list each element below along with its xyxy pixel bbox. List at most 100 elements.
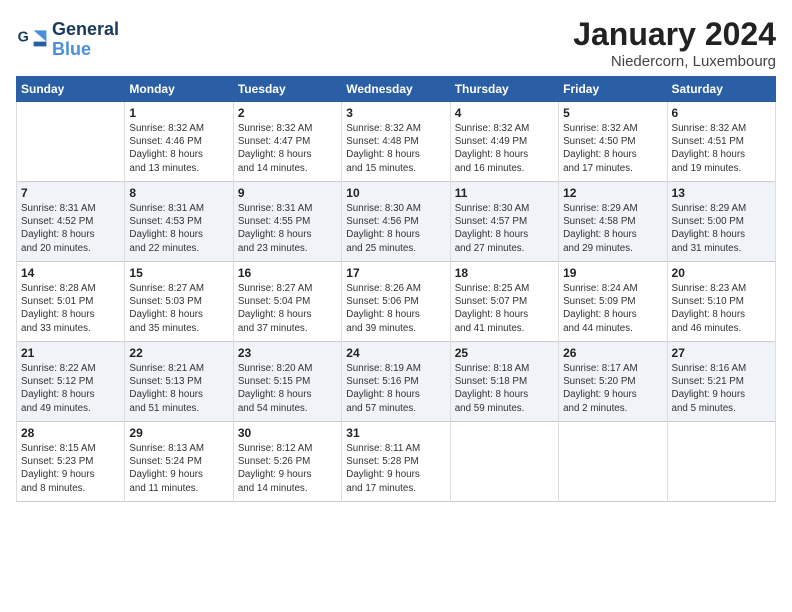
day-content: Sunrise: 8:32 AM Sunset: 4:51 PM Dayligh… [672,122,771,175]
weekday-header: Friday [559,77,667,102]
calendar-week-row: 14 Sunrise: 8:28 AM Sunset: 5:01 PM Dayli… [17,262,776,342]
calendar-week-row: 7 Sunrise: 8:31 AM Sunset: 4:52 PM Daylig… [17,182,776,262]
day-content: Sunrise: 8:32 AM Sunset: 4:49 PM Dayligh… [455,122,554,175]
calendar-cell: 27 Sunrise: 8:16 AM Sunset: 5:21 PM Dayli… [667,342,775,422]
day-number: 2 [238,106,337,120]
day-number: 17 [346,266,445,280]
day-number: 23 [238,346,337,360]
day-number: 29 [129,426,228,440]
day-number: 18 [455,266,554,280]
header: G General Blue January 2024 Niedercorn, … [16,16,776,70]
calendar-week-row: 28Sunrise: 8:15 AM Sunset: 5:23 PM Dayli… [17,422,776,502]
day-content: Sunrise: 8:18 AM Sunset: 5:18 PM Dayligh… [455,362,554,415]
calendar-cell: 9Sunrise: 8:31 AM Sunset: 4:55 PM Daylig… [233,182,341,262]
day-content: Sunrise: 8:31 AM Sunset: 4:55 PM Dayligh… [238,202,337,255]
calendar-week-row: 21 Sunrise: 8:22 AM Sunset: 5:12 PM Dayli… [17,342,776,422]
calendar-cell: 8Sunrise: 8:31 AM Sunset: 4:53 PM Daylig… [125,182,233,262]
title-block: January 2024 Niedercorn, Luxembourg [573,16,776,70]
header-row: SundayMondayTuesdayWednesdayThursdayFrid… [17,77,776,102]
calendar-cell: 14 Sunrise: 8:28 AM Sunset: 5:01 PM Dayli… [17,262,125,342]
calendar-cell: 28Sunrise: 8:15 AM Sunset: 5:23 PM Dayli… [17,422,125,502]
day-content: Sunrise: 8:20 AM Sunset: 5:15 PM Dayligh… [238,362,337,415]
logo-text: General Blue [52,20,119,60]
day-number: 5 [563,106,662,120]
day-content: Sunrise: 8:29 AM Sunset: 4:58 PM Dayligh… [563,202,662,255]
day-content: Sunrise: 8:15 AM Sunset: 5:23 PM Dayligh… [21,442,120,495]
day-content: Sunrise: 8:31 AM Sunset: 4:52 PM Dayligh… [21,202,120,255]
day-content: Sunrise: 8:19 AM Sunset: 5:16 PM Dayligh… [346,362,445,415]
day-content: Sunrise: 8:30 AM Sunset: 4:56 PM Dayligh… [346,202,445,255]
weekday-header: Tuesday [233,77,341,102]
day-number: 8 [129,186,228,200]
day-content: Sunrise: 8:17 AM Sunset: 5:20 PM Dayligh… [563,362,662,415]
day-content: Sunrise: 8:28 AM Sunset: 5:01 PM Dayligh… [21,282,120,335]
calendar-cell: 2 Sunrise: 8:32 AM Sunset: 4:47 PM Daylig… [233,102,341,182]
day-number: 14 [21,266,120,280]
day-content: Sunrise: 8:13 AM Sunset: 5:24 PM Dayligh… [129,442,228,495]
day-number: 15 [129,266,228,280]
svg-text:G: G [18,29,29,45]
day-number: 27 [672,346,771,360]
calendar-cell: 20 Sunrise: 8:23 AM Sunset: 5:10 PM Dayli… [667,262,775,342]
day-content: Sunrise: 8:27 AM Sunset: 5:03 PM Dayligh… [129,282,228,335]
calendar-cell: 16 Sunrise: 8:27 AM Sunset: 5:04 PM Dayli… [233,262,341,342]
calendar-cell [559,422,667,502]
day-number: 31 [346,426,445,440]
day-content: Sunrise: 8:29 AM Sunset: 5:00 PM Dayligh… [672,202,771,255]
calendar-cell: 10 Sunrise: 8:30 AM Sunset: 4:56 PM Dayli… [342,182,450,262]
day-content: Sunrise: 8:26 AM Sunset: 5:06 PM Dayligh… [346,282,445,335]
day-number: 13 [672,186,771,200]
day-content: Sunrise: 8:23 AM Sunset: 5:10 PM Dayligh… [672,282,771,335]
day-number: 20 [672,266,771,280]
day-content: Sunrise: 8:21 AM Sunset: 5:13 PM Dayligh… [129,362,228,415]
page-container: G General Blue January 2024 Niedercorn, … [0,0,792,512]
calendar-cell: 17 Sunrise: 8:26 AM Sunset: 5:06 PM Dayli… [342,262,450,342]
day-number: 1 [129,106,228,120]
calendar-cell: 6 Sunrise: 8:32 AM Sunset: 4:51 PM Daylig… [667,102,775,182]
calendar-cell: 11 Sunrise: 8:30 AM Sunset: 4:57 PM Dayli… [450,182,558,262]
calendar-cell: 30 Sunrise: 8:12 AM Sunset: 5:26 PM Dayli… [233,422,341,502]
calendar-cell: 26Sunrise: 8:17 AM Sunset: 5:20 PM Dayli… [559,342,667,422]
day-number: 10 [346,186,445,200]
calendar-cell [17,102,125,182]
day-content: Sunrise: 8:32 AM Sunset: 4:48 PM Dayligh… [346,122,445,175]
calendar-cell: 25Sunrise: 8:18 AM Sunset: 5:18 PM Dayli… [450,342,558,422]
day-content: Sunrise: 8:12 AM Sunset: 5:26 PM Dayligh… [238,442,337,495]
day-content: Sunrise: 8:32 AM Sunset: 4:47 PM Dayligh… [238,122,337,175]
calendar-cell: 15 Sunrise: 8:27 AM Sunset: 5:03 PM Dayli… [125,262,233,342]
day-content: Sunrise: 8:32 AM Sunset: 4:46 PM Dayligh… [129,122,228,175]
calendar-cell: 24Sunrise: 8:19 AM Sunset: 5:16 PM Dayli… [342,342,450,422]
day-content: Sunrise: 8:22 AM Sunset: 5:12 PM Dayligh… [21,362,120,415]
calendar-cell: 18 Sunrise: 8:25 AM Sunset: 5:07 PM Dayli… [450,262,558,342]
day-number: 30 [238,426,337,440]
weekday-header: Saturday [667,77,775,102]
day-number: 19 [563,266,662,280]
day-content: Sunrise: 8:32 AM Sunset: 4:50 PM Dayligh… [563,122,662,175]
day-content: Sunrise: 8:30 AM Sunset: 4:57 PM Dayligh… [455,202,554,255]
logo: G General Blue [16,20,119,60]
day-number: 11 [455,186,554,200]
calendar-cell [450,422,558,502]
calendar-cell: 21 Sunrise: 8:22 AM Sunset: 5:12 PM Dayli… [17,342,125,422]
calendar-cell: 23 Sunrise: 8:20 AM Sunset: 5:15 PM Dayli… [233,342,341,422]
day-number: 6 [672,106,771,120]
day-number: 7 [21,186,120,200]
calendar-cell [667,422,775,502]
day-content: Sunrise: 8:27 AM Sunset: 5:04 PM Dayligh… [238,282,337,335]
day-content: Sunrise: 8:25 AM Sunset: 5:07 PM Dayligh… [455,282,554,335]
day-content: Sunrise: 8:24 AM Sunset: 5:09 PM Dayligh… [563,282,662,335]
day-number: 3 [346,106,445,120]
day-number: 16 [238,266,337,280]
day-content: Sunrise: 8:11 AM Sunset: 5:28 PM Dayligh… [346,442,445,495]
day-number: 12 [563,186,662,200]
logo-icon: G [16,24,48,56]
weekday-header: Monday [125,77,233,102]
day-content: Sunrise: 8:16 AM Sunset: 5:21 PM Dayligh… [672,362,771,415]
calendar-cell: 3 Sunrise: 8:32 AM Sunset: 4:48 PM Daylig… [342,102,450,182]
calendar-cell: 12 Sunrise: 8:29 AM Sunset: 4:58 PM Dayli… [559,182,667,262]
location-subtitle: Niedercorn, Luxembourg [573,53,776,70]
weekday-header: Sunday [17,77,125,102]
day-number: 21 [21,346,120,360]
calendar-cell: 22Sunrise: 8:21 AM Sunset: 5:13 PM Dayli… [125,342,233,422]
calendar-week-row: 1 Sunrise: 8:32 AM Sunset: 4:46 PM Daylig… [17,102,776,182]
